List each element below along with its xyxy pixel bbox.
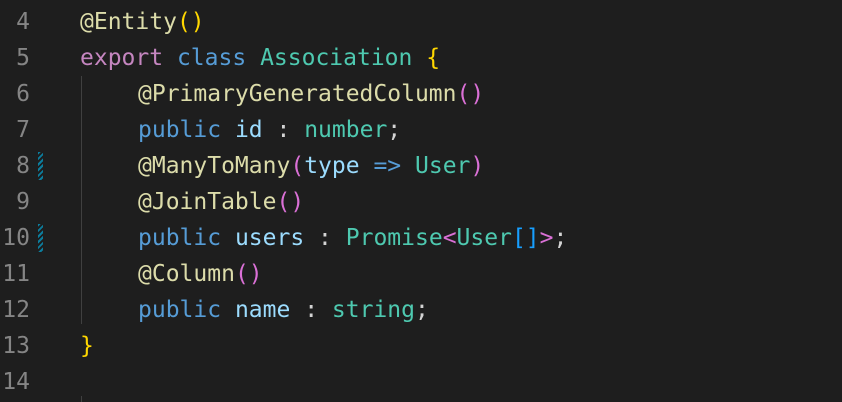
code-token: ( xyxy=(290,153,305,179)
line-number[interactable]: 12 xyxy=(0,292,30,328)
code-token: => xyxy=(373,153,402,179)
code-token: ; xyxy=(387,117,402,143)
code-line[interactable]: 8 @ManyToMany(type => User) xyxy=(0,148,842,184)
line-code: export class Association { xyxy=(80,40,440,76)
code-line[interactable]: 4 @Entity() xyxy=(0,4,842,40)
code-line[interactable]: 11 @Column() xyxy=(0,256,842,292)
code-token: : xyxy=(262,117,305,143)
line-code: public id : number; xyxy=(80,112,401,148)
code-token: () xyxy=(456,81,485,107)
code-token: < xyxy=(442,225,457,251)
code-token: User xyxy=(415,153,471,179)
code-token: > xyxy=(539,225,554,251)
code-token: () xyxy=(276,189,305,215)
code-token: @PrimaryGeneratedColumn xyxy=(138,81,457,107)
code-token: string xyxy=(331,297,415,323)
code-token: () xyxy=(234,261,263,287)
code-token: @JoinTable xyxy=(138,189,277,215)
code-token: [] xyxy=(511,225,540,251)
code-token: public xyxy=(138,225,222,251)
line-code: public name : string; xyxy=(80,292,429,328)
code-line[interactable]: 10 public users : Promise<User[]>; xyxy=(0,220,842,256)
code-token: public xyxy=(138,117,222,143)
code-token: export xyxy=(80,45,164,71)
code-line[interactable]: 7 public id : number; xyxy=(0,112,842,148)
line-number[interactable]: 14 xyxy=(0,364,30,400)
code-token: } xyxy=(80,333,94,359)
line-number[interactable]: 9 xyxy=(0,184,30,220)
code-line[interactable]: 9 @JoinTable() xyxy=(0,184,842,220)
code-line[interactable]: 14 xyxy=(0,364,842,400)
line-code: } xyxy=(80,328,94,364)
code-line[interactable]: 13} xyxy=(0,328,842,364)
code-token: users xyxy=(234,225,305,251)
code-token: number xyxy=(304,117,388,143)
code-token: ) xyxy=(470,153,485,179)
line-number[interactable]: 11 xyxy=(0,256,30,292)
code-token: @Column xyxy=(138,261,235,287)
code-line[interactable]: 6 @PrimaryGeneratedColumn() xyxy=(0,76,842,112)
line-number[interactable]: 8 xyxy=(0,148,30,184)
line-number[interactable]: 6 xyxy=(0,76,30,112)
line-number[interactable]: 13 xyxy=(0,328,30,364)
line-code: @ManyToMany(type => User) xyxy=(80,148,484,184)
code-token: ; xyxy=(553,225,568,251)
line-number[interactable]: 10 xyxy=(0,220,30,256)
code-token: public xyxy=(138,297,222,323)
code-token: class xyxy=(176,45,247,71)
modified-line-marker[interactable] xyxy=(38,152,43,180)
code-token: Association xyxy=(260,45,413,71)
code-token: () xyxy=(176,9,205,35)
code-token: id xyxy=(234,117,263,143)
code-line[interactable]: 5 export class Association { xyxy=(0,40,842,76)
line-code: @JoinTable() xyxy=(80,184,304,220)
code-token: type xyxy=(304,153,360,179)
code-token: Promise xyxy=(345,225,443,251)
code-token: @Entity xyxy=(80,9,177,35)
line-code: public users : Promise<User[]>; xyxy=(80,220,567,256)
code-token: @ManyToMany xyxy=(138,153,291,179)
code-token: : xyxy=(304,225,346,251)
code-token: ; xyxy=(414,297,429,323)
line-code: @Entity() xyxy=(80,4,205,40)
code-token: : xyxy=(290,297,332,323)
code-token: name xyxy=(234,297,291,323)
modified-line-marker[interactable] xyxy=(38,224,43,252)
line-code: @Column() xyxy=(80,256,263,292)
line-code: @PrimaryGeneratedColumn() xyxy=(80,76,484,112)
code-line[interactable]: 12 public name : string; xyxy=(0,292,842,328)
line-number[interactable]: 7 xyxy=(0,112,30,148)
line-number[interactable]: 4 xyxy=(0,4,30,40)
code-token: { xyxy=(426,45,441,71)
line-number[interactable]: 5 xyxy=(0,40,30,76)
code-token: User xyxy=(456,225,512,251)
code-editor[interactable]: 4 @Entity() 5 export class Association {6 @P… xyxy=(0,0,842,402)
